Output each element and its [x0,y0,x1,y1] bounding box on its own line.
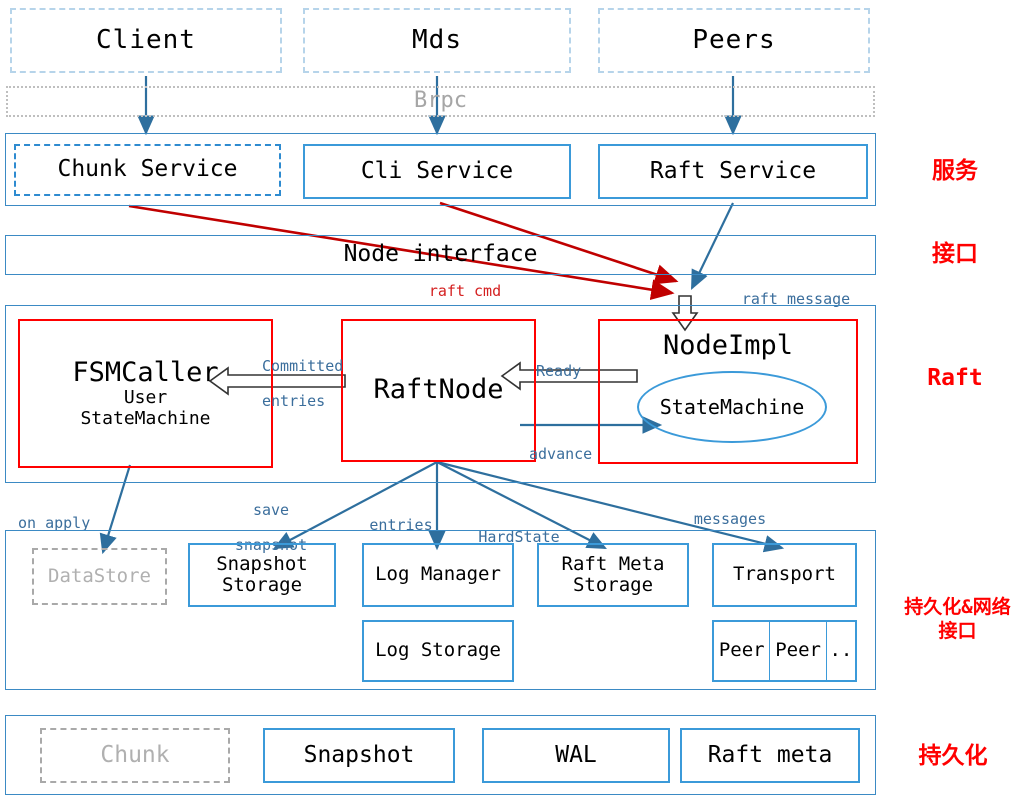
edge-label-raft-cmd: raft cmd [428,282,502,300]
layer-label-raft: Raft [927,365,983,391]
fsmcaller-line2: User [123,387,168,409]
fsmcaller-title: FSMCaller [72,357,219,389]
layer-label-service: 服务 [932,158,978,184]
actor-client: Client [10,8,282,73]
statemachine-label: StateMachine [659,395,805,419]
edge-label-messages: messages [693,510,767,529]
actor-mds: Mds [303,8,571,73]
snapshot-storage-l2: Storage [221,574,303,596]
datastore-box[interactable]: DataStore [32,548,167,605]
snapshot-persist-box[interactable]: Snapshot [263,728,455,783]
layer-label-interface: 接口 [932,241,978,267]
datastore-label: DataStore [48,564,151,587]
raftnode-box[interactable]: RaftNode [341,319,536,462]
snapshot-storage-box[interactable]: Snapshot Storage [188,543,336,607]
actor-client-label: Client [96,24,196,55]
layer-label-storage-network-l1: 持久化&网络 [904,596,1011,618]
peer-cell-more[interactable]: .. [827,622,855,680]
actor-mds-label: Mds [412,24,462,55]
raftmeta-persist-box[interactable]: Raft meta [680,728,860,783]
raft-meta-storage-l1: Raft Meta [561,552,665,575]
save-snapshot-l1: save [252,501,290,520]
log-storage-label: Log Storage [375,639,501,662]
chunk-service-box[interactable]: Chunk Service [14,144,281,196]
log-manager-label: Log Manager [375,563,501,586]
node-interface-box: Node interface [5,235,876,275]
wal-persist-box[interactable]: WAL [482,728,670,783]
edge-label-ready: Ready [536,362,582,381]
layer-label-persistence: 持久化 [918,743,988,769]
fsmcaller-box[interactable]: FSMCaller User StateMachine [18,319,273,468]
wal-persist-label: WAL [555,741,597,768]
node-interface-label: Node interface [343,241,538,268]
peer-list-box[interactable]: Peer Peer .. [712,620,857,682]
edge-label-committed-entries: Committed entries [262,341,362,410]
peer-cell-2[interactable]: Peer [770,622,827,680]
edge-label-advance: advance [529,445,593,464]
raftmeta-persist-label: Raft meta [707,741,833,768]
layer-label-storage-network-l2: 接口 [938,619,977,642]
log-storage-box[interactable]: Log Storage [362,620,514,682]
raft-meta-storage-box[interactable]: Raft Meta Storage [537,543,689,607]
transport-label: Transport [733,563,836,586]
edge-label-raft-message: raft message [741,290,851,309]
architecture-diagram: Client Mds Peers Brpc Chunk Service Cli … [0,0,1031,805]
chunk-persist-label: Chunk [100,741,170,768]
peer-cell-1[interactable]: Peer [714,622,771,680]
snapshot-persist-label: Snapshot [303,741,415,768]
chunk-service-label: Chunk Service [57,156,238,183]
actor-peers: Peers [598,8,870,73]
edge-label-on-apply: on apply [18,514,91,533]
nodeimpl-title: NodeImpl [662,330,794,361]
raft-meta-storage-l2: Storage [572,574,654,596]
layer-label-storage-network: 持久化&网络 接口 [885,596,1030,644]
cli-service-label: Cli Service [360,157,514,184]
fsmcaller-line3: StateMachine [80,407,211,429]
statemachine-ellipse[interactable]: StateMachine [637,371,827,443]
actor-peers-label: Peers [692,24,776,55]
raft-service-box[interactable]: Raft Service [598,144,868,199]
transport-box[interactable]: Transport [712,543,857,607]
chunk-persist-box[interactable]: Chunk [40,728,230,783]
raft-service-label: Raft Service [649,157,817,184]
committed-entries-l1: Committed [262,357,344,376]
raftnode-title: RaftNode [373,374,504,406]
log-manager-box[interactable]: Log Manager [362,543,514,607]
cli-service-box[interactable]: Cli Service [303,144,571,199]
snapshot-storage-l1: Snapshot [216,552,308,575]
brpc-label: Brpc [414,88,467,114]
brpc-band: Brpc [6,86,875,117]
committed-entries-l2: entries [262,391,326,410]
